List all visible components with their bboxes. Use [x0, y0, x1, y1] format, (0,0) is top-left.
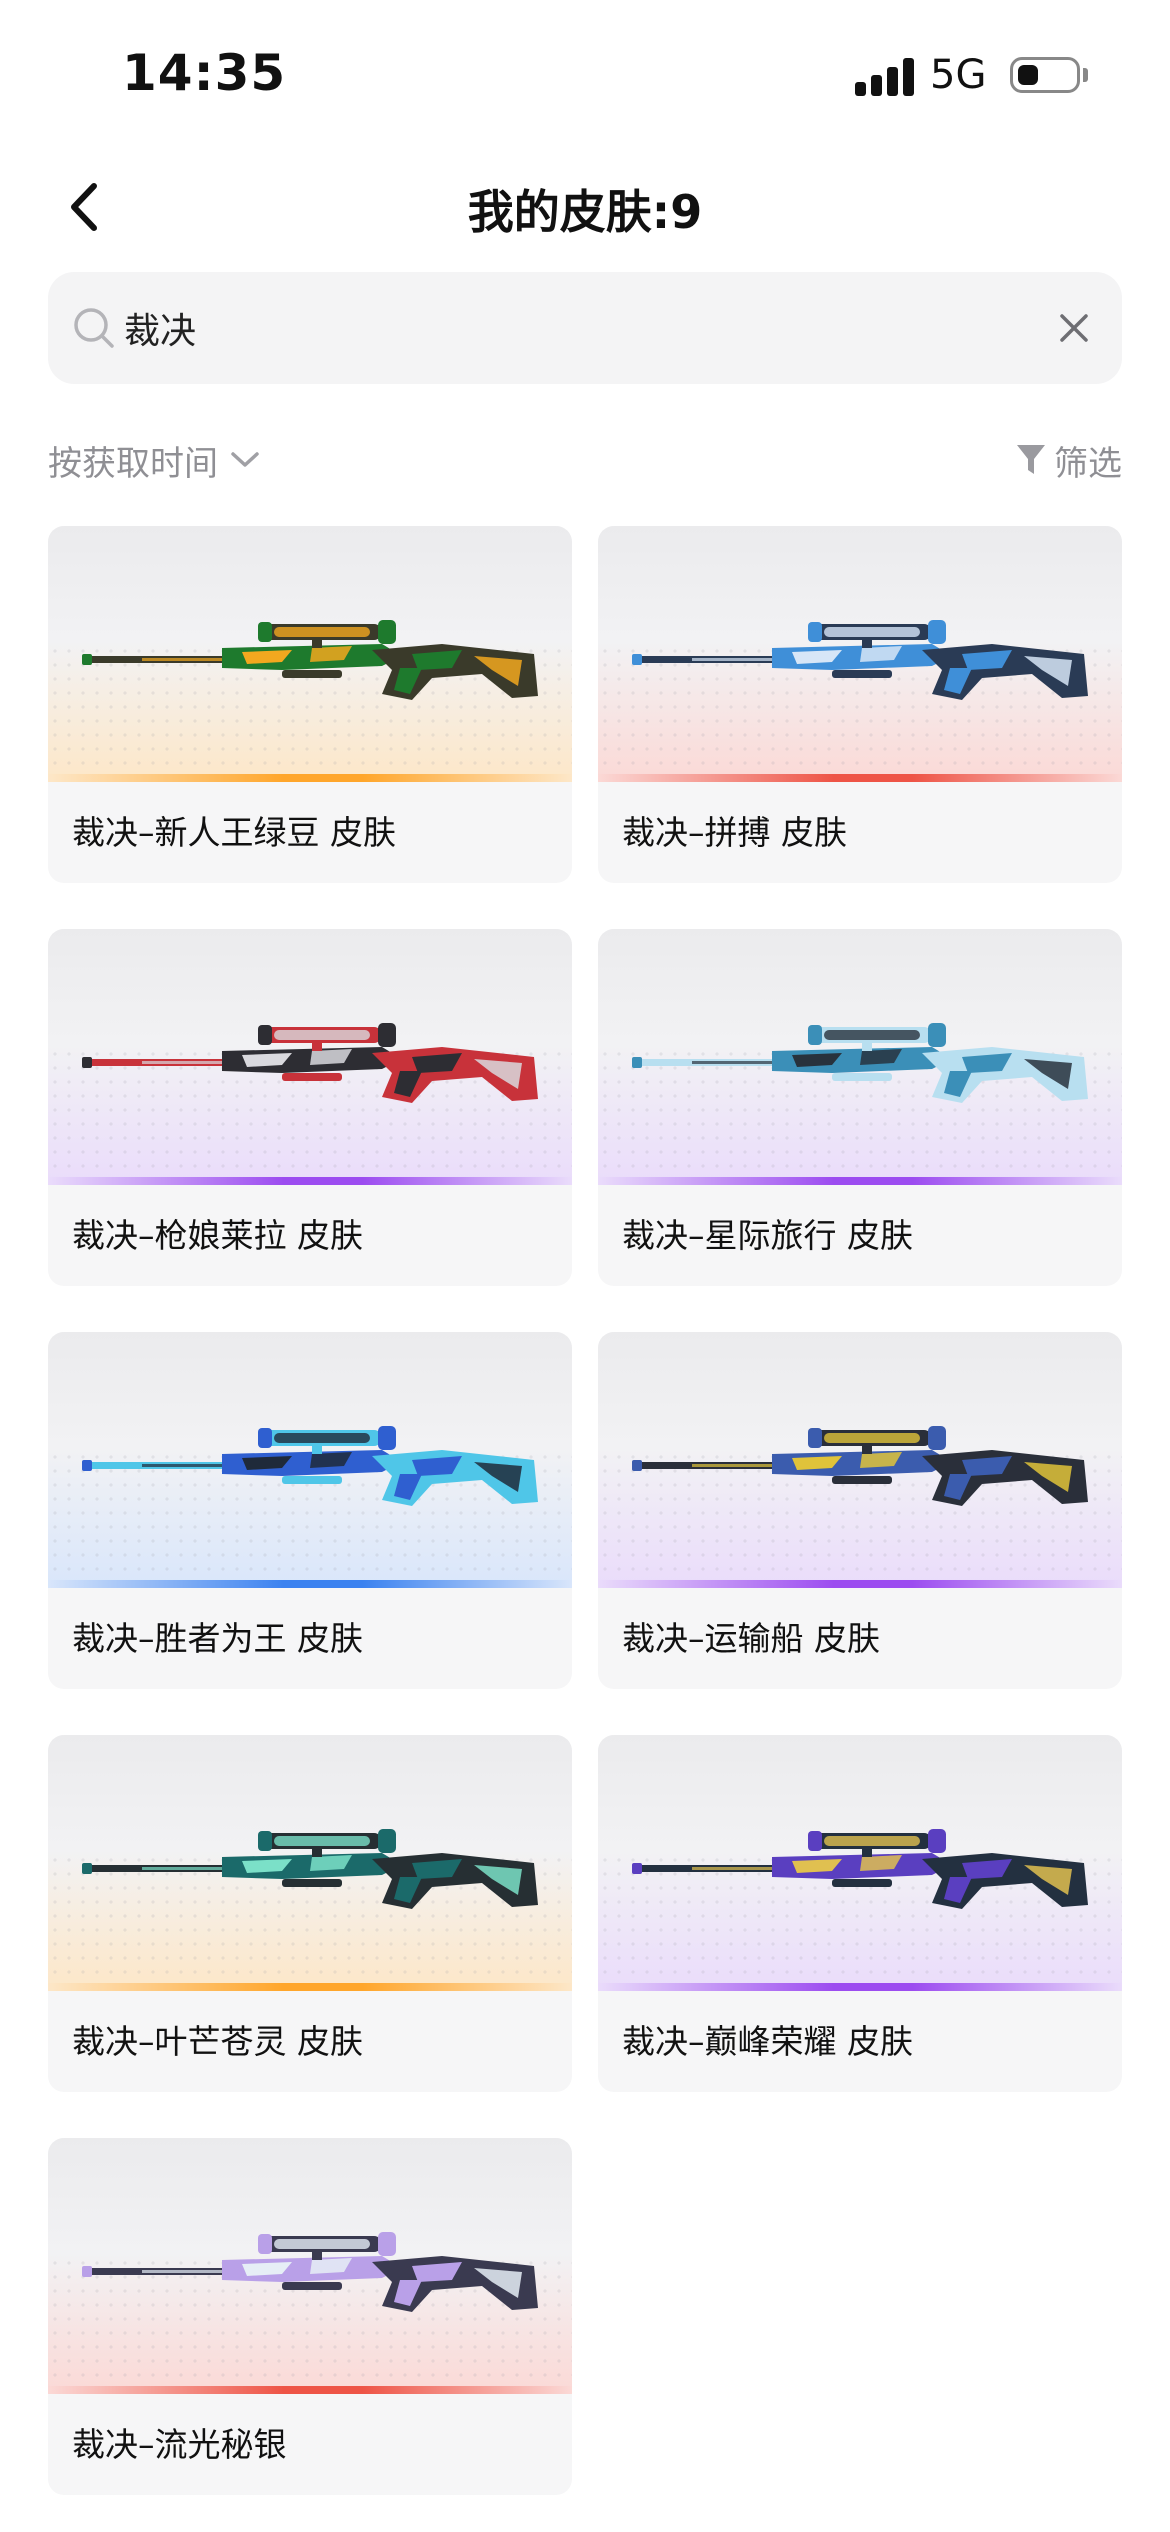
funnel-icon — [1017, 445, 1045, 474]
skin-thumbnail — [598, 929, 1122, 1185]
battery-cap — [1083, 68, 1088, 82]
skin-name: 裁决–巅峰荣耀 皮肤 — [622, 2022, 913, 2061]
filter-label: 筛选 — [1054, 443, 1122, 484]
skin-thumbnail — [48, 1735, 572, 1991]
skin-thumbnail — [48, 1332, 572, 1588]
network-type: 5G — [930, 52, 987, 98]
page-title: 我的皮肤:9 — [467, 185, 703, 239]
search-bar[interactable] — [48, 272, 1122, 384]
sniper-rifle-image — [82, 620, 538, 700]
sniper-rifle-image — [82, 2232, 538, 2312]
status-bar: 14:35 5G — [0, 0, 1170, 150]
rarity-bar — [598, 1177, 1122, 1185]
skin-card[interactable]: 裁决–拼搏 皮肤 — [598, 526, 1122, 883]
signal-icon — [855, 58, 915, 96]
skin-card[interactable]: 裁决–新人王绿豆 皮肤 — [48, 526, 572, 883]
skin-card[interactable]: 裁决–星际旅行 皮肤 — [598, 929, 1122, 1286]
sort-dropdown[interactable]: 按获取时间 — [48, 432, 262, 488]
skin-thumbnail — [48, 526, 572, 782]
search-icon — [74, 308, 114, 348]
skin-card[interactable]: 裁决–叶芒苍灵 皮肤 — [48, 1735, 572, 2092]
skin-thumbnail — [48, 2138, 572, 2394]
skin-thumbnail — [48, 929, 572, 1185]
sort-label: 按获取时间 — [48, 443, 218, 484]
skin-name: 裁决–星际旅行 皮肤 — [622, 1216, 913, 1255]
filter-button[interactable]: 筛选 — [1014, 432, 1122, 488]
skin-thumbnail — [598, 526, 1122, 782]
sniper-rifle-image — [82, 1829, 538, 1909]
rarity-bar — [48, 1983, 572, 1991]
skin-card[interactable]: 裁决–流光秘银 — [48, 2138, 572, 2495]
skin-name: 裁决–流光秘银 — [72, 2425, 287, 2464]
rarity-bar — [48, 774, 572, 782]
close-icon[interactable] — [1048, 302, 1100, 354]
skin-card[interactable]: 裁决–枪娘莱拉 皮肤 — [48, 929, 572, 1286]
skin-name: 裁决–叶芒苍灵 皮肤 — [72, 2022, 363, 2061]
skin-card[interactable]: 裁决–胜者为王 皮肤 — [48, 1332, 572, 1689]
rarity-bar — [598, 1983, 1122, 1991]
sniper-rifle-image — [632, 620, 1088, 700]
sniper-rifle-image — [82, 1023, 538, 1103]
skin-name: 裁决–枪娘莱拉 皮肤 — [72, 1216, 363, 1255]
skin-name: 裁决–胜者为王 皮肤 — [72, 1619, 363, 1658]
chevron-down-icon — [231, 452, 259, 467]
skin-name: 裁决–运输船 皮肤 — [622, 1619, 880, 1658]
sniper-rifle-image — [632, 1023, 1088, 1103]
skin-thumbnail — [598, 1735, 1122, 1991]
rarity-bar — [598, 1580, 1122, 1588]
sniper-rifle-image — [632, 1426, 1088, 1506]
status-time: 14:35 — [122, 44, 287, 102]
skin-name: 裁决–新人王绿豆 皮肤 — [72, 813, 396, 852]
skin-card[interactable]: 裁决–巅峰荣耀 皮肤 — [598, 1735, 1122, 2092]
skin-card[interactable]: 裁决–运输船 皮肤 — [598, 1332, 1122, 1689]
rarity-bar — [48, 1177, 572, 1185]
sniper-rifle-image — [82, 1426, 538, 1506]
rarity-bar — [48, 2386, 572, 2394]
skin-thumbnail — [598, 1332, 1122, 1588]
rarity-bar — [48, 1580, 572, 1588]
search-input[interactable] — [124, 298, 1024, 358]
skin-name: 裁决–拼搏 皮肤 — [622, 813, 847, 852]
sniper-rifle-image — [632, 1829, 1088, 1909]
rarity-bar — [598, 774, 1122, 782]
battery-icon — [1010, 57, 1080, 93]
